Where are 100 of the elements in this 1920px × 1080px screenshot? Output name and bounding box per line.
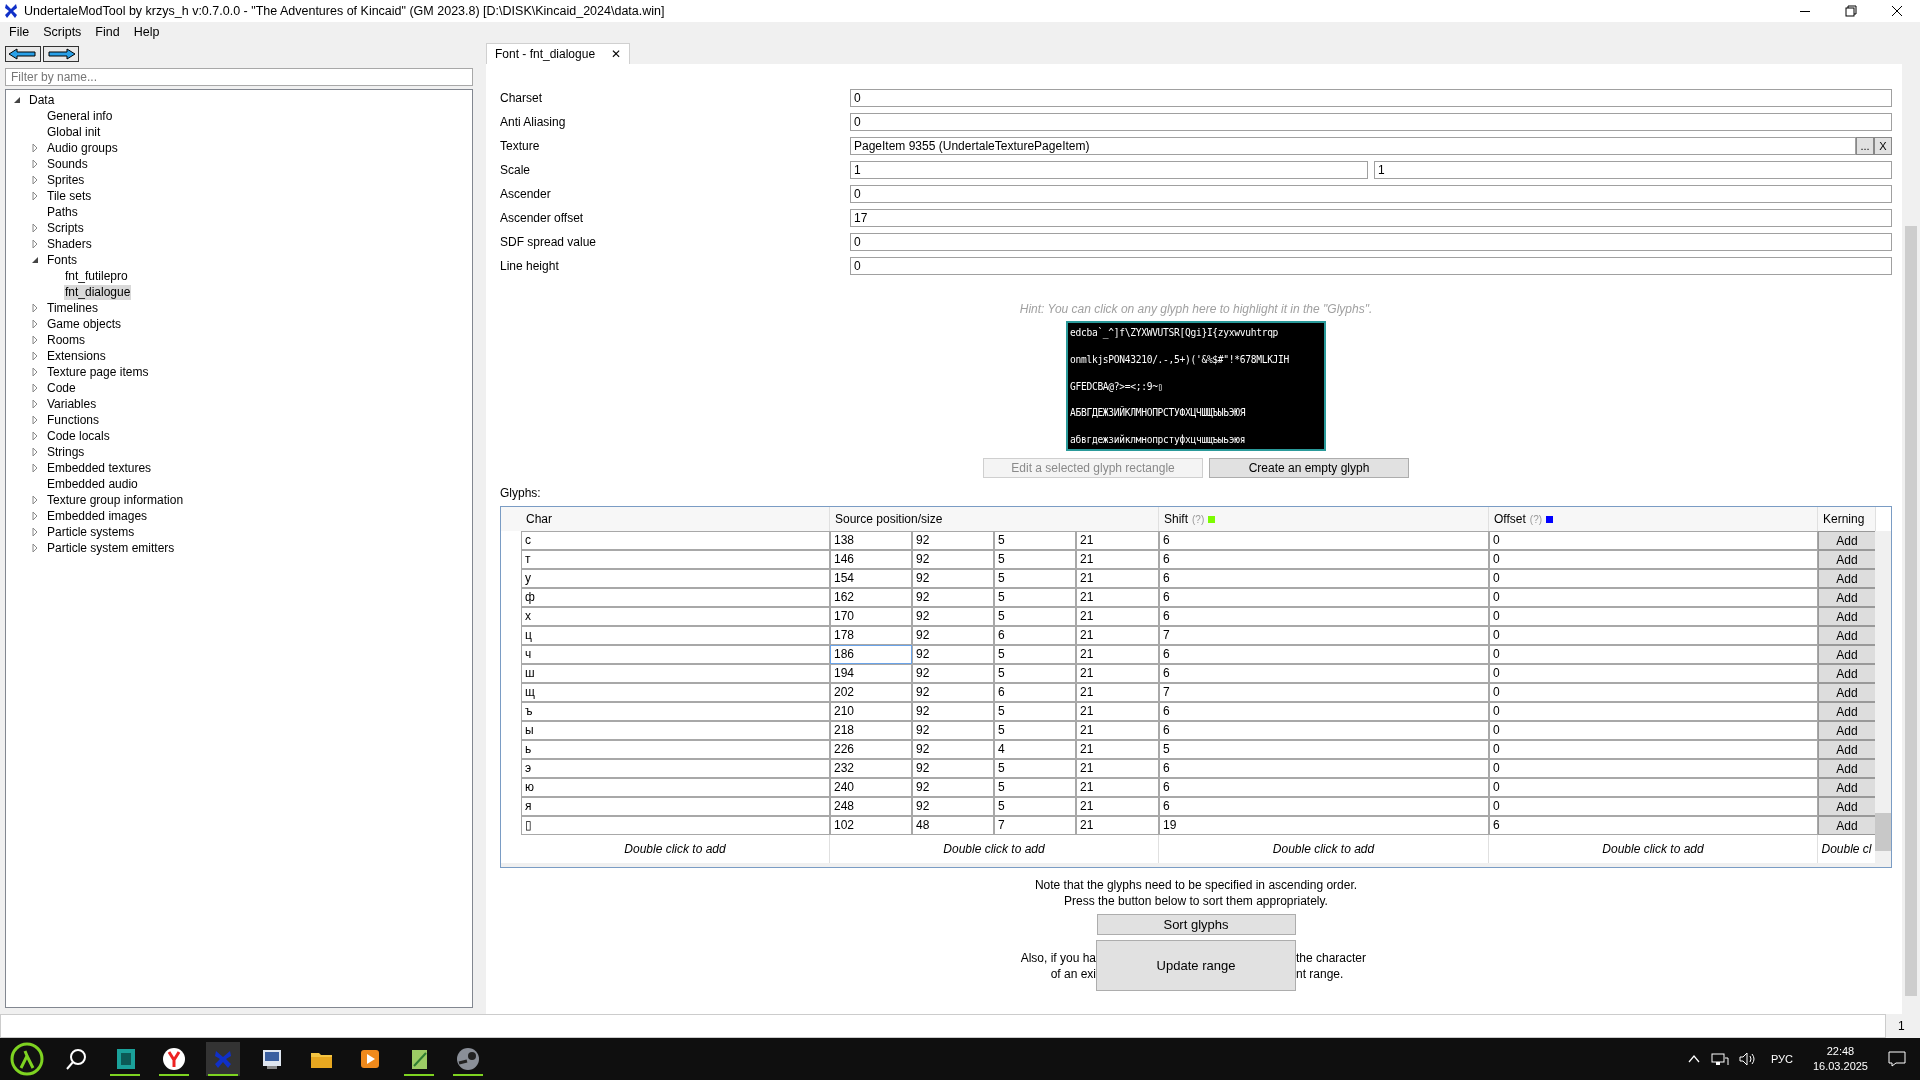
table-cell[interactable]: 5 (994, 645, 1076, 664)
table-cell[interactable]: 0 (1489, 550, 1818, 569)
text-field[interactable]: PageItem 9355 (UndertaleTexturePageItem) (850, 136, 1856, 155)
add-button[interactable]: Add (1818, 740, 1876, 759)
table-cell[interactable]: 21 (1076, 645, 1159, 664)
table-cell[interactable]: ф (521, 588, 830, 607)
table-cell[interactable]: 0 (1489, 626, 1818, 645)
table-cell[interactable]: 21 (1076, 683, 1159, 702)
table-cell[interactable]: 102 (830, 816, 912, 835)
table-cell[interactable]: 6 (1489, 816, 1818, 835)
menu-item[interactable]: Help (126, 25, 167, 39)
table-cell[interactable]: 240 (830, 778, 912, 797)
update-range-button[interactable]: Update range (1096, 940, 1296, 991)
menu-item[interactable]: File (2, 25, 37, 39)
tree-item[interactable]: Particle systems (46, 524, 136, 540)
tree-item[interactable]: Data (28, 92, 56, 108)
clock-time[interactable]: 22:48 (1826, 1044, 1855, 1059)
table-cell[interactable]: 5 (1159, 740, 1489, 759)
table-cell[interactable]: 6 (1159, 759, 1489, 778)
table-cell[interactable]: 6 (994, 626, 1076, 645)
column-header[interactable]: Kerning (1823, 512, 1865, 526)
tree-item[interactable]: Code locals (46, 428, 111, 444)
tree-item[interactable]: Texture group information (46, 492, 185, 508)
collapsed-arrow-icon[interactable] (30, 223, 40, 233)
collapsed-arrow-icon[interactable] (30, 495, 40, 505)
add-button[interactable]: Add (1818, 721, 1876, 740)
table-cell[interactable]: 21 (1076, 607, 1159, 626)
table-cell[interactable]: 92 (912, 626, 994, 645)
table-cell[interactable]: 21 (1076, 626, 1159, 645)
table-cell[interactable]: 21 (1076, 759, 1159, 778)
table-cell[interactable]: 21 (1076, 778, 1159, 797)
table-cell[interactable]: 92 (912, 778, 994, 797)
collapsed-arrow-icon[interactable] (30, 543, 40, 553)
tree-item[interactable]: Texture page items (46, 364, 150, 380)
field-button[interactable]: X (1874, 136, 1892, 155)
tree-item[interactable]: Global init (46, 124, 102, 140)
table-cell[interactable]: 92 (912, 550, 994, 569)
table-cell[interactable]: 48 (912, 816, 994, 835)
collapsed-arrow-icon[interactable] (30, 431, 40, 441)
collapsed-arrow-icon[interactable] (30, 527, 40, 537)
add-button[interactable]: Add (1818, 645, 1876, 664)
table-cell[interactable]: ы (521, 721, 830, 740)
collapsed-arrow-icon[interactable] (30, 191, 40, 201)
collapsed-arrow-icon[interactable] (30, 511, 40, 521)
table-cell[interactable]: ю (521, 778, 830, 797)
tree-item[interactable]: Game objects (46, 316, 123, 332)
collapsed-arrow-icon[interactable] (30, 367, 40, 377)
table-cell[interactable]: 92 (912, 569, 994, 588)
collapsed-arrow-icon[interactable] (30, 399, 40, 409)
table-cell[interactable]: 21 (1076, 702, 1159, 721)
table-cell[interactable]: 92 (912, 531, 994, 550)
table-cell[interactable]: 232 (830, 759, 912, 778)
add-button[interactable]: Add (1818, 607, 1876, 626)
add-button[interactable]: Add (1818, 626, 1876, 645)
table-cell[interactable]: 19 (1159, 816, 1489, 835)
table-cell[interactable]: 5 (994, 569, 1076, 588)
add-button[interactable]: Add (1818, 531, 1876, 550)
table-cell[interactable]: 6 (1159, 702, 1489, 721)
tree-item[interactable]: Embedded images (46, 508, 149, 524)
table-cell[interactable]: 226 (830, 740, 912, 759)
table-cell[interactable]: 6 (1159, 778, 1489, 797)
text-field[interactable]: 0 (850, 112, 1892, 131)
table-cell[interactable]: 162 (830, 588, 912, 607)
volume-icon[interactable] (1738, 1052, 1757, 1066)
text-field[interactable]: 0 (850, 232, 1892, 251)
text-field[interactable]: 0 (850, 256, 1892, 275)
table-cell[interactable]: 7 (994, 816, 1076, 835)
tree-item[interactable]: fnt_dialogue (64, 284, 132, 300)
menu-item[interactable]: Scripts (36, 25, 89, 39)
collapsed-arrow-icon[interactable] (30, 319, 40, 329)
table-cell[interactable]: 138 (830, 531, 912, 550)
table-cell[interactable]: 0 (1489, 645, 1818, 664)
tree-item[interactable]: General info (46, 108, 114, 124)
table-cell[interactable]: 92 (912, 588, 994, 607)
scroll-thumb[interactable] (1875, 813, 1891, 851)
table-cell[interactable]: 0 (1489, 531, 1818, 550)
collapsed-arrow-icon[interactable] (30, 335, 40, 345)
add-button[interactable]: Add (1818, 569, 1876, 588)
table-cell[interactable]: 6 (1159, 569, 1489, 588)
collapsed-arrow-icon[interactable] (30, 239, 40, 249)
table-cell[interactable]: 0 (1489, 778, 1818, 797)
tab[interactable]: Font - fnt_dialogue ✕ (486, 43, 631, 64)
add-button[interactable]: Add (1818, 759, 1876, 778)
tree-item[interactable]: Fonts (46, 252, 78, 268)
tree-item[interactable]: Functions (46, 412, 101, 428)
table-cell[interactable]: 146 (830, 550, 912, 569)
add-button[interactable]: Add (1818, 797, 1876, 816)
table-cell[interactable]: 5 (994, 759, 1076, 778)
tree-item[interactable]: Sounds (46, 156, 89, 172)
table-cell[interactable]: 6 (1159, 588, 1489, 607)
table-cell[interactable]: 7 (1159, 626, 1489, 645)
table-cell[interactable]: 0 (1489, 664, 1818, 683)
expanded-arrow-icon[interactable] (30, 255, 40, 265)
table-cell[interactable]: 6 (1159, 797, 1489, 816)
text-field[interactable]: 17 (850, 208, 1892, 227)
tree-item[interactable]: Strings (46, 444, 86, 460)
table-cell[interactable]: 5 (994, 797, 1076, 816)
table-cell[interactable]: 4 (994, 740, 1076, 759)
table-cell[interactable]: 21 (1076, 664, 1159, 683)
add-button[interactable]: Add (1818, 702, 1876, 721)
